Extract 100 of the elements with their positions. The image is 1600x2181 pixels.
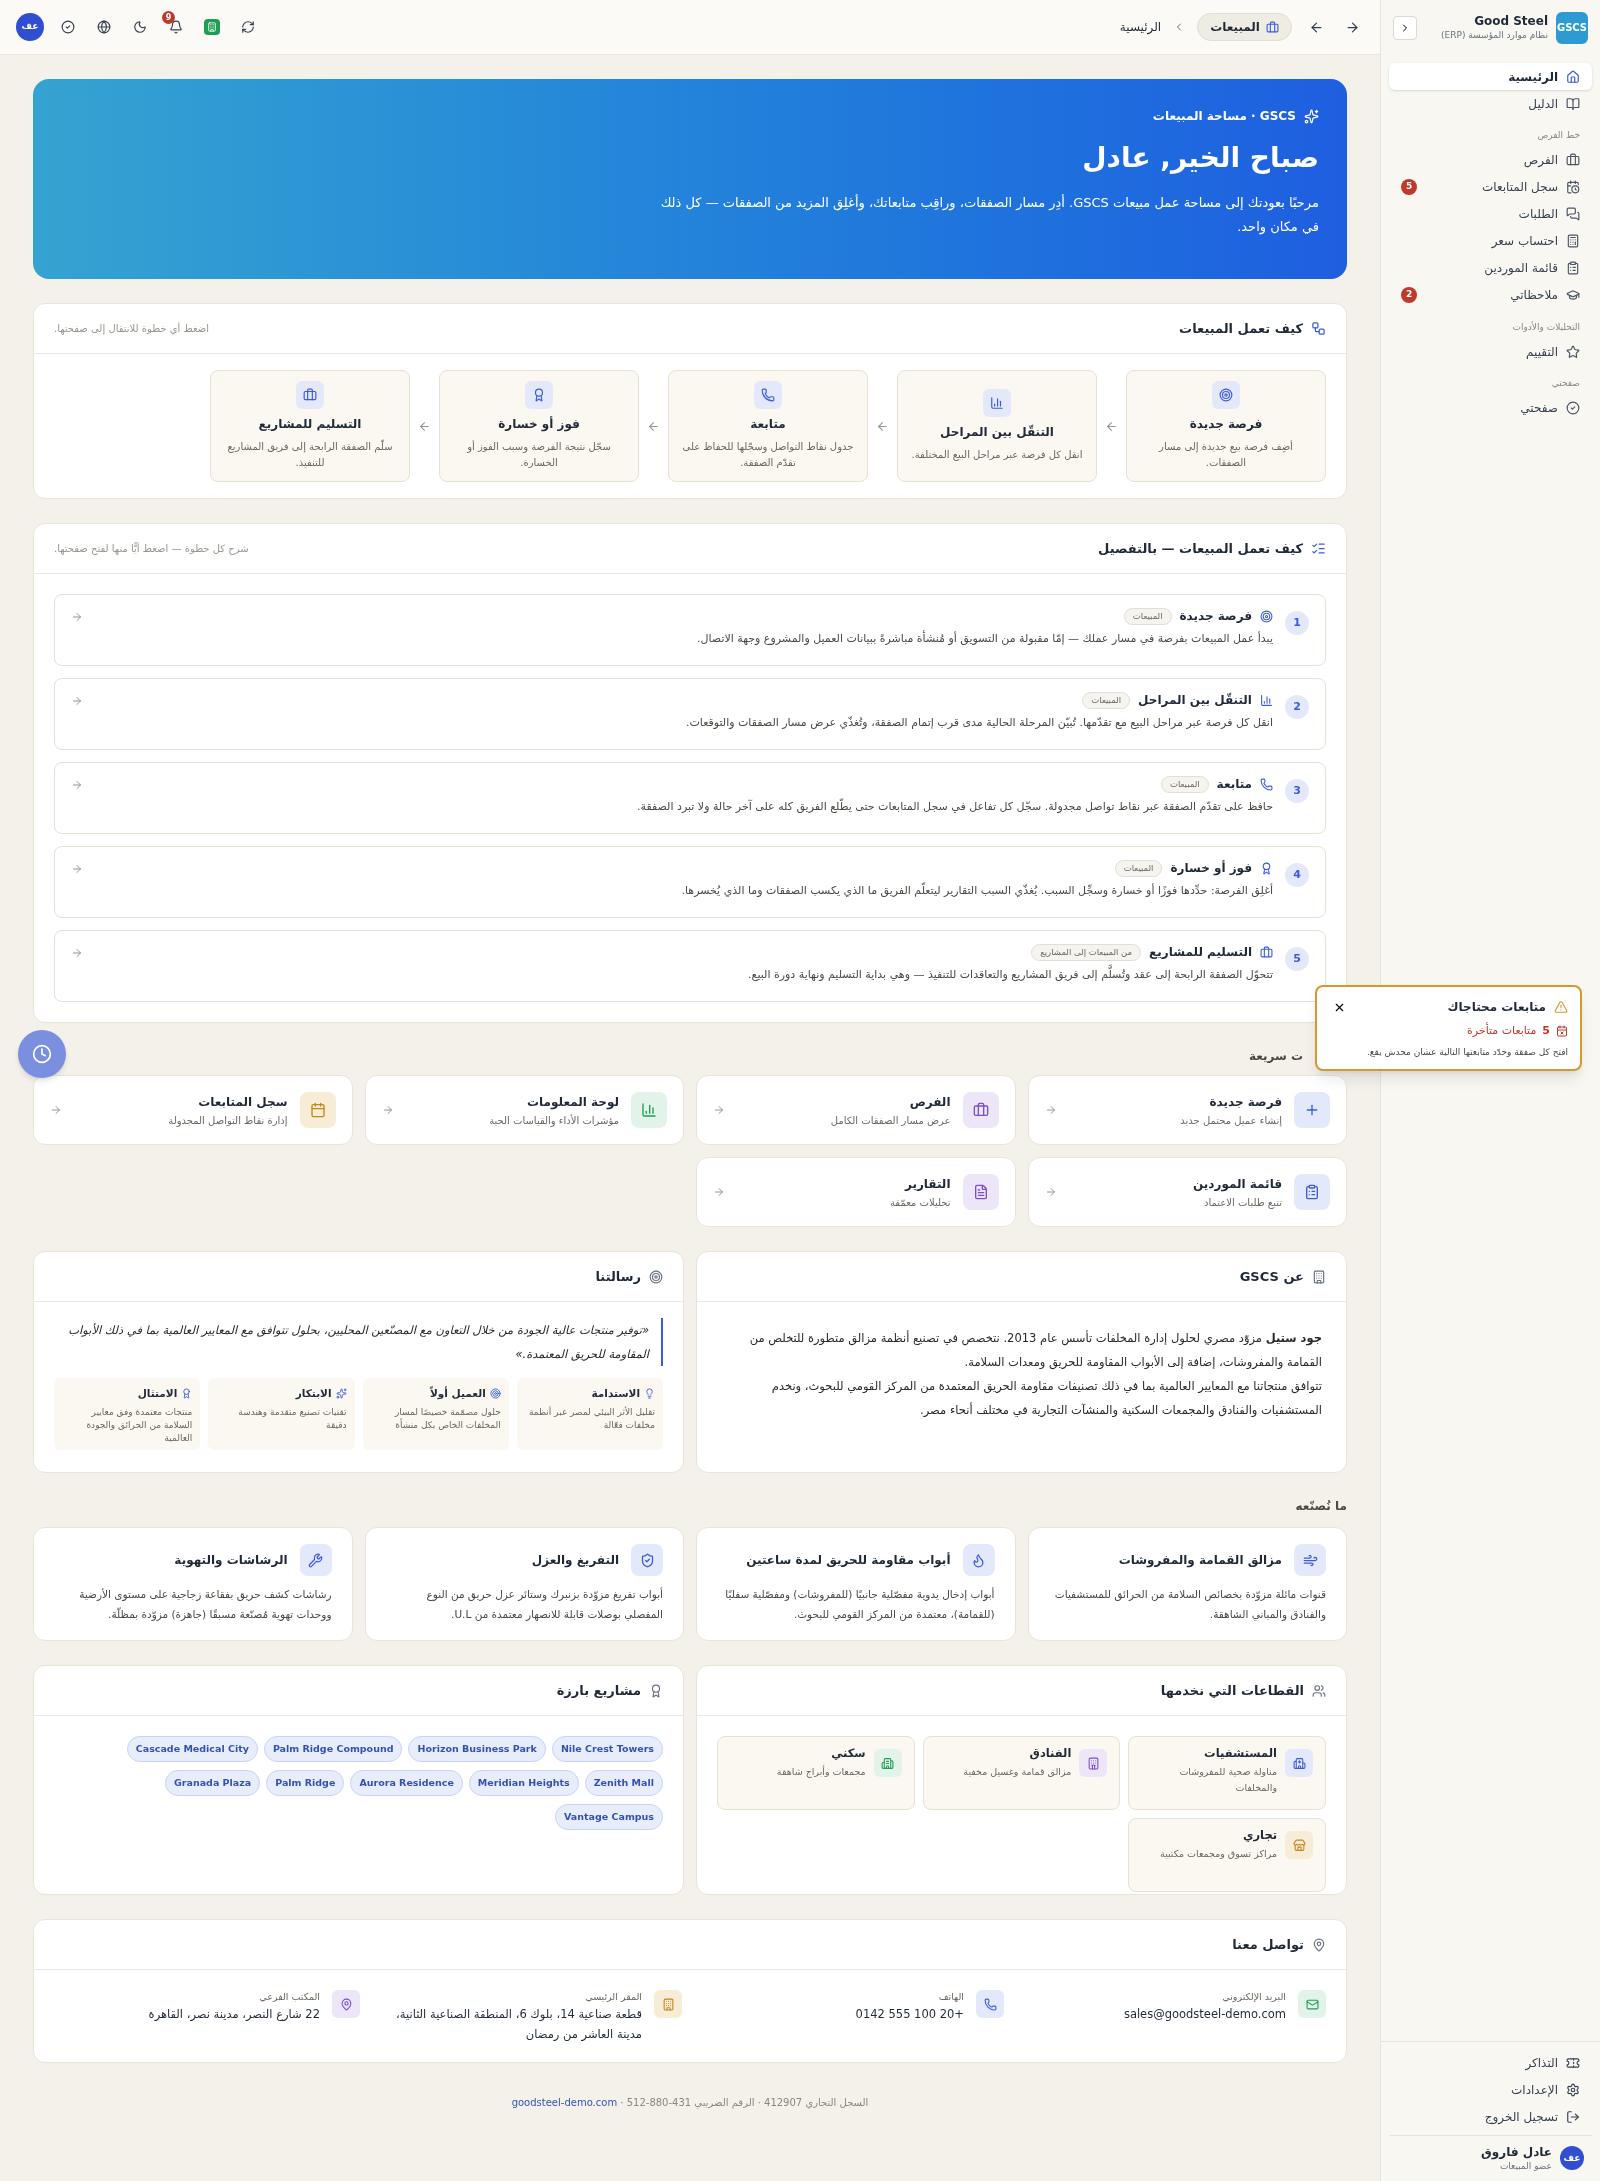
step-description: يبدأ عمل المبيعات بفرصة في مسار عملك — إمّا مقبولة من التسويق أو مُنشأة مباشرةً ببيانات العميل والمشروع وجهة الاتصال. [696,631,1273,647]
section-title: ما نُصنّعه [1294,1498,1347,1515]
sector-title: المستشفيات [1203,1745,1277,1762]
project-tag: Palm Ridge [266,1770,345,1796]
nav-item[interactable]: احتساب سعر [1389,227,1592,255]
store-icon [1292,1838,1306,1852]
nav-section-label: صفحتي [1550,377,1581,390]
link-title: قائمة الموردين [1192,1175,1282,1193]
count-badge: 2 [1401,287,1417,303]
warning-icon [1554,1000,1568,1014]
nav-item[interactable]: التذاكر [1389,2049,1592,2077]
nav-item[interactable]: الدليل [1389,90,1592,117]
clock-button[interactable] [18,1030,66,1078]
link-description: إنشاء عميل محتمل جديد [1179,1113,1282,1128]
calendar-icon [1566,180,1580,194]
step-card[interactable]: التسليم للمشاريع سلّم الصفقة الرابحة إلى فريق المشاريع للتنفيذ. [210,370,410,482]
step-description: انقل كل فرصة عبر مراحل البيع المختلفة. [911,448,1083,463]
shield-icon [639,1552,655,1568]
quick-link-card[interactable]: قائمة الموردين تتبع طلبات الاعتماد [1027,1157,1347,1227]
arrow-icon [713,1186,725,1198]
quick-link-card[interactable]: لوحة المعلومات مؤشرات الأداء والقياسات الحية [364,1075,684,1145]
wind-icon [1302,1552,1318,1568]
step-description: سجّل نتيجة الفرصة وسبب الفوز أو الخسارة. [465,439,612,470]
briefcase-icon [1266,20,1279,34]
product-title: الرشاشات والتهوية [174,1552,288,1569]
nav-item[interactable]: الطلبات [1389,200,1592,228]
building-icon [1312,1269,1326,1284]
step-card[interactable]: متابعة جدول نقاط التواصل وسجّلها للحفاظ على تقدّم الصفقة. [668,370,868,482]
step-number: 1 [1285,611,1309,635]
arrow-icon [71,611,83,623]
flame-icon [971,1552,986,1568]
logout-icon [1566,2110,1580,2124]
step-title: التسليم للمشاريع [1149,944,1252,961]
link-title: التقارير [903,1175,951,1193]
award-icon [1260,861,1273,875]
step-title: التسليم للمشاريع [258,416,362,433]
brand-subtitle: نظام موارد المؤسسة (ERP) [1441,28,1548,42]
project-tag: Zenith Mall [584,1770,663,1796]
step-card[interactable]: فرصة جديدة أضِف فرصة بيع جديدة إلى مسار الصفقات. [1126,370,1326,482]
step-card[interactable]: فوز أو خسارة سجّل نتيجة الفرصة وسبب الفوز أو الخسارة. [439,370,639,482]
home-icon [1566,69,1580,84]
arrow-icon [418,419,431,433]
link-title: فرصة جديدة [1208,1093,1282,1111]
user-name: عادل فاروق [1481,2143,1552,2160]
step-card[interactable]: التنقّل بين المراحل انقل كل فرصة عبر مراحل البيع المختلفة. [897,370,1097,482]
contact-value: +20 100 555 0142 [855,2006,964,2024]
arrow-icon [71,863,83,875]
contact-label: البريد الإلكتروني [1221,1990,1286,2004]
nav-item[interactable]: تسجيل الخروج [1389,2103,1592,2131]
arrow-icon [50,1104,62,1116]
breadcrumb[interactable]: المبيعات [1197,13,1292,41]
bar-chart-icon [990,396,1004,410]
about-paragraph: تتوافق منتجاتنا مع المعايير العالمية بما في ذلك تصنيفات مقاومة الحريق المعتمدة من المركز القومي للبحوث، ونخدم المستشفيات والفنادق والمجمعات السكنية والمنشآت التجارية في مختلف أنحاء مصر. [770,1378,1322,1419]
quick-link-card[interactable]: فرصة جديدة إنشاء عميل محتمل جديد [1027,1075,1347,1145]
arrow-icon [71,947,83,959]
value-title: الامتثال [137,1386,178,1401]
sector-description: مناولة صحية للمفروشات والمخلفات [1178,1765,1277,1796]
step-tag: المبيعات [1082,691,1131,709]
overdue-count: 5 [1542,1023,1550,1039]
user-avatar[interactable]: عف [16,13,44,41]
briefcase-icon [1566,153,1580,167]
nav-item[interactable]: صفحتي [1389,394,1592,422]
project-tag: Horizon Business Park [408,1736,546,1762]
arrow-icon [876,419,889,433]
sector-title: تجاري [1241,1827,1277,1844]
user-avatar: عف [1560,2146,1584,2171]
sparkles-icon [1304,108,1319,124]
section-title: القطاعات التي نخدمها [1160,1681,1304,1700]
step-description: جدول نقاط التواصل وسجّلها للحفاظ على تقدّم الصفقة. [681,440,855,470]
nav-item[interactable]: الرئيسية [1389,63,1592,90]
document-icon [972,1184,989,1200]
nav-item[interactable]: قائمة الموردين [1389,254,1592,282]
step-number: 3 [1285,779,1309,803]
quick-link-card[interactable]: التقارير تحليلات معمّقة [696,1157,1016,1227]
hero-title: صباح الخير, عادل [1081,140,1319,176]
product-description: أبواب إدخال يدوية مفصّلية جانبيًا (للمفروشات) ومفصّلية سفليًا (للقمامة)، معتمدة من المركز القومي للبحوث. [724,1586,995,1623]
globe-icon [97,20,111,34]
link-title: الفرص [908,1093,951,1111]
website-link[interactable]: goodsteel-demo.com [511,2097,618,2108]
arrow-icon [71,695,83,707]
check-circle-icon [1566,401,1580,415]
quick-link-card[interactable]: الفرص عرض مسار الصفقات الكامل [696,1075,1016,1145]
value-description: تقنيات تصنيع متقدمة وهندسة دقيقة [237,1405,347,1432]
step-tag: من المبيعات إلى المشاريع [1031,943,1142,961]
contact-label: المقر الرئيسي [584,1990,642,2004]
app-icon [204,19,220,35]
arrow-right-icon [1344,19,1360,35]
hospital-icon [1292,1756,1306,1770]
quick-link-card[interactable]: سجل المتابعات إدارة نقاط التواصل المجدولة [33,1075,353,1145]
sector-description: مزالق قمامة وغسيل مخفية [963,1765,1072,1780]
nav-item[interactable]: الفرص [1389,146,1592,174]
user-role: عضو المبيعات [1498,2160,1552,2173]
nav-item[interactable]: الإعدادات [1389,2076,1592,2104]
phone-icon [983,1997,997,2011]
arrow-icon [647,419,660,433]
step-number: 5 [1285,947,1309,971]
map-pin-icon [1312,1937,1326,1952]
clipboard-icon [1566,261,1580,275]
nav-item[interactable]: التقييم [1389,338,1592,365]
breadcrumb[interactable]: الرئيسية [1119,18,1162,36]
